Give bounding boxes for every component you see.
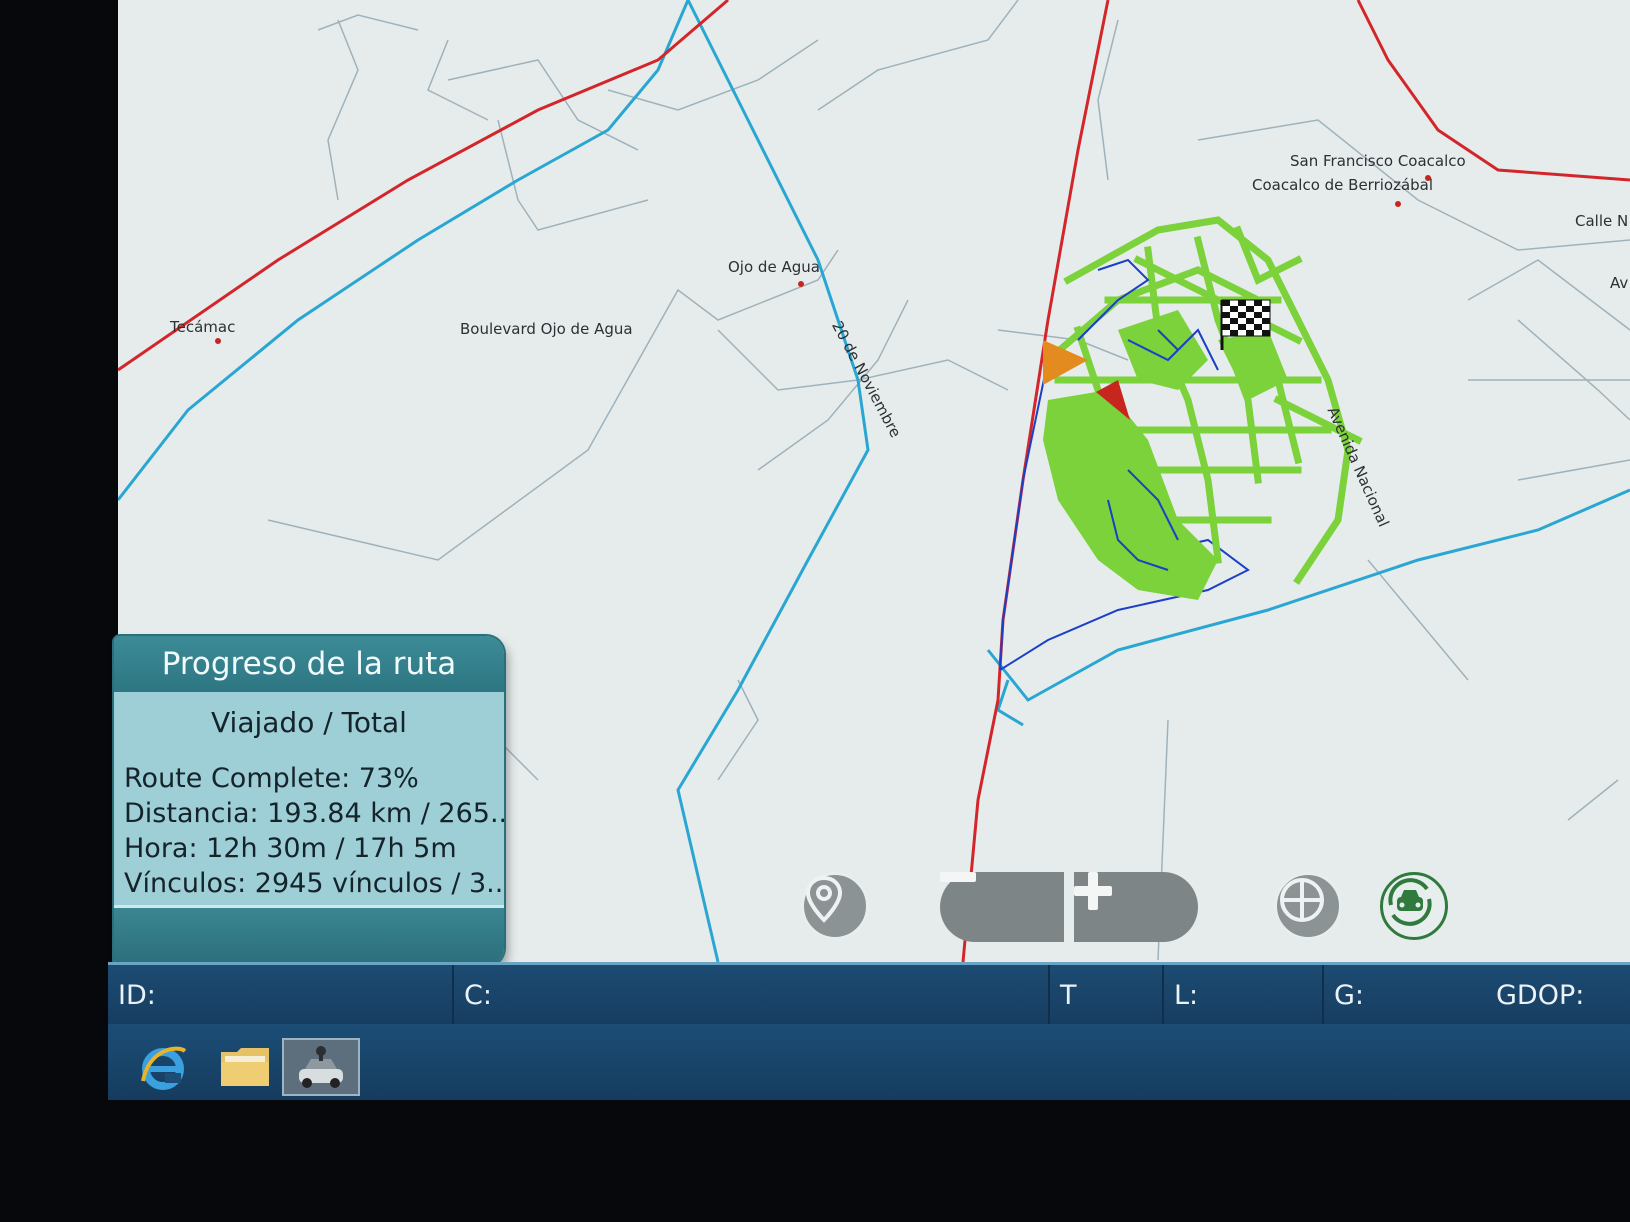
place-label-san-francisco-coacalco: San Francisco Coacalco bbox=[1290, 152, 1466, 170]
taskbar-ie-button[interactable] bbox=[128, 1038, 198, 1096]
status-l: L: bbox=[1162, 965, 1322, 1027]
crosshair-icon bbox=[1280, 878, 1324, 922]
place-label-coacalco-de-berriozabal: Coacalco de Berriozábal bbox=[1252, 176, 1434, 194]
folder-icon bbox=[221, 1048, 269, 1086]
location-pin-icon bbox=[805, 875, 843, 923]
internet-explorer-icon bbox=[141, 1046, 187, 1090]
status-bar: ID: C: T 00:00 L: G: GDOP: bbox=[108, 962, 1630, 1073]
taskbar-car-app-button[interactable] bbox=[282, 1038, 360, 1096]
panel-footer bbox=[114, 905, 504, 966]
panel-subtitle: Viajado / Total bbox=[211, 706, 407, 739]
road-label-av: Av bbox=[1610, 274, 1629, 292]
taskbar bbox=[108, 1024, 1630, 1100]
taskbar-folder-button[interactable] bbox=[210, 1038, 280, 1096]
road-label-calle: Calle N bbox=[1575, 212, 1629, 230]
status-g: G: bbox=[1322, 965, 1486, 1027]
car-sync-button[interactable] bbox=[1380, 872, 1448, 940]
place-label-tecamac: Tecámac bbox=[170, 318, 236, 336]
zoom-in-button[interactable] bbox=[1074, 872, 1198, 942]
distance-row: Distancia: 193.84 km / 265... bbox=[124, 798, 504, 829]
panel-title: Progreso de la ruta bbox=[114, 636, 504, 692]
minus-icon bbox=[940, 872, 976, 882]
car-app-icon bbox=[299, 1046, 343, 1088]
plus-icon bbox=[1074, 872, 1112, 910]
location-button[interactable] bbox=[801, 872, 869, 940]
place-label-ojo-de-agua: Ojo de Agua bbox=[728, 258, 820, 276]
coverage-fill bbox=[1043, 310, 1288, 600]
car-sync-icon bbox=[1388, 878, 1432, 926]
zoom-out-button[interactable] bbox=[940, 872, 1064, 942]
status-id: ID: bbox=[118, 980, 156, 1011]
status-c: C: bbox=[452, 965, 1048, 1027]
road-label-boulevard-ojo-de-agua: Boulevard Ojo de Agua bbox=[460, 320, 633, 338]
status-t: T 00:00 bbox=[1048, 965, 1162, 1073]
time-row: Hora: 12h 30m / 17h 5m bbox=[124, 833, 457, 864]
route-complete-row: Route Complete: 73% bbox=[124, 763, 419, 794]
status-gdop: GDOP: bbox=[1496, 980, 1585, 1011]
links-row: Vínculos: 2945 vínculos / 3... bbox=[124, 868, 504, 899]
center-map-button[interactable] bbox=[1274, 872, 1342, 940]
progress-rows: Route Complete: 73% Distancia: 193.84 km… bbox=[114, 761, 504, 901]
route-progress-panel: Progreso de la ruta Viajado / Total Rout… bbox=[114, 636, 504, 966]
